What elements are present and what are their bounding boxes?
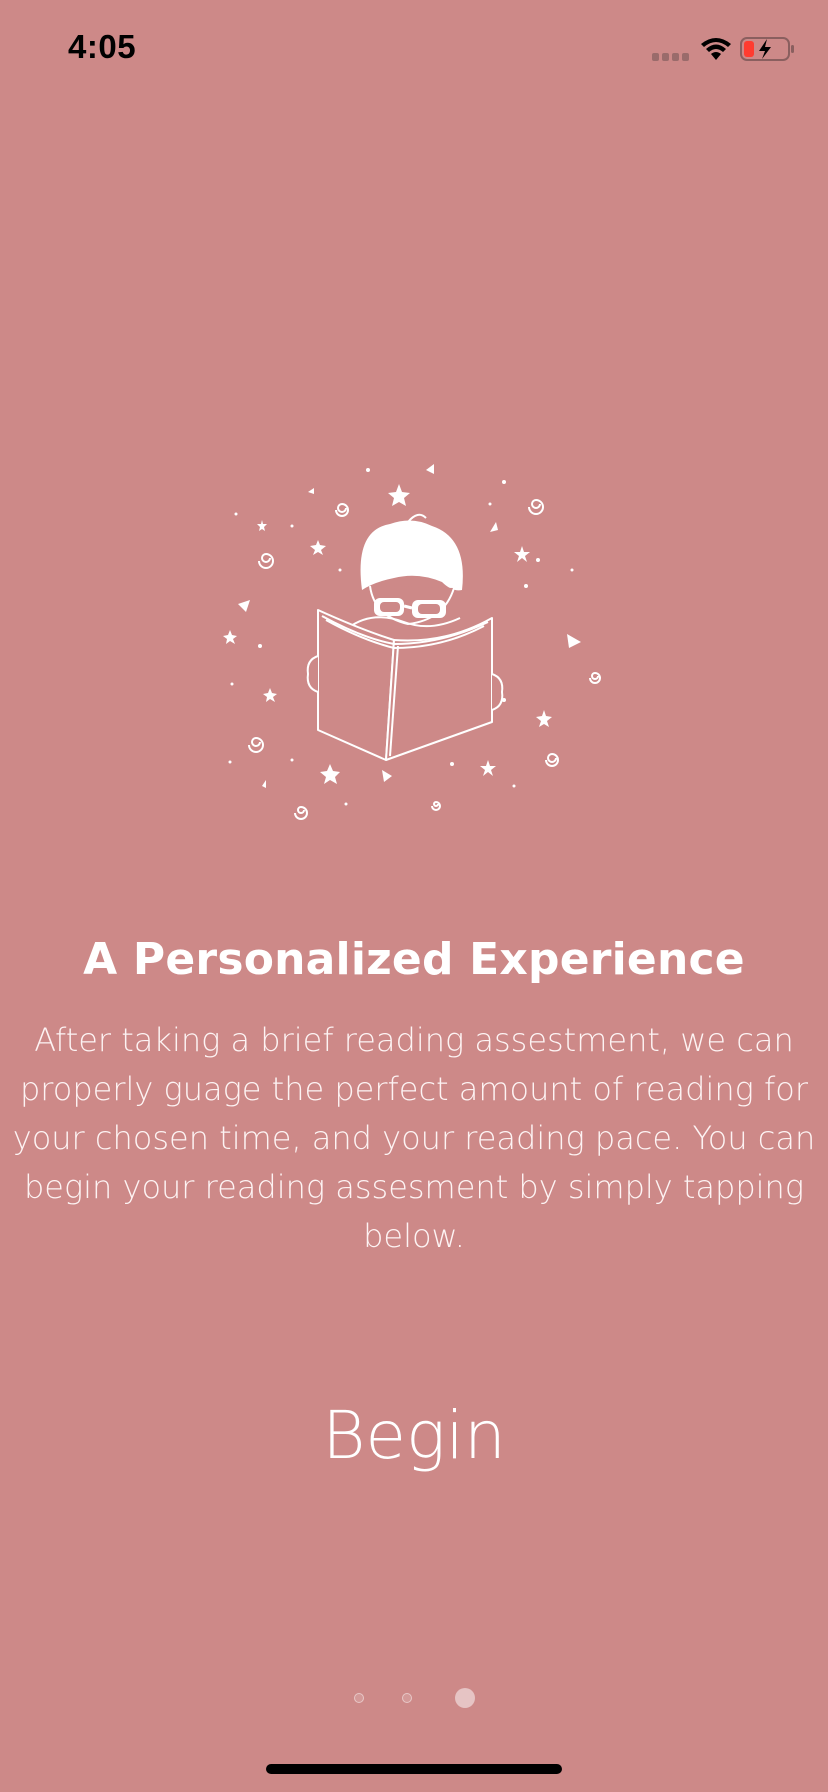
status-bar: 4:05 (0, 0, 828, 100)
open-book (317, 609, 493, 761)
description-text: After taking a brief reading assestment,… (12, 1021, 816, 1255)
battery-charging-icon (740, 37, 794, 61)
cellular-signal-icon (652, 53, 689, 61)
page-dot-1[interactable] (353, 1693, 364, 1703)
page-dot-3-active[interactable] (454, 1688, 475, 1708)
reading-child-illustration (223, 464, 601, 820)
page-dot-2[interactable] (401, 1693, 412, 1703)
page-indicator[interactable] (0, 1686, 828, 1710)
home-indicator[interactable] (266, 1764, 562, 1774)
wifi-icon (701, 38, 731, 60)
child-figure (347, 513, 463, 629)
begin-button[interactable]: Begin (264, 1380, 564, 1490)
status-time: 4:05 (68, 28, 137, 65)
page-title: A Personalized Experience (83, 934, 745, 985)
